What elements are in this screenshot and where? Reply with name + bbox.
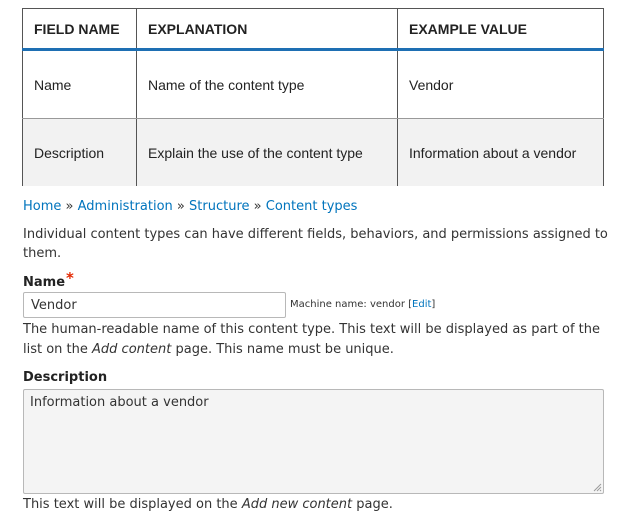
page-description: Individual content types can have differ… <box>23 227 608 261</box>
breadcrumb-link-content-types[interactable]: Content types <box>266 199 358 214</box>
name-input[interactable] <box>23 292 286 318</box>
help-text: page. This name must be unique. <box>171 342 394 357</box>
name-field-label: Name* <box>23 269 74 290</box>
machine-name-text: Machine name: vendor <box>290 299 405 310</box>
help-text-emphasis: Add content <box>92 342 172 357</box>
description-field-help: This text will be displayed on the Add n… <box>23 497 393 512</box>
help-text-emphasis: Add new content <box>241 497 353 512</box>
breadcrumb-separator: » <box>176 199 185 214</box>
table-row: Description Explain the use of the conte… <box>22 118 604 186</box>
table-header-row: FIELD NAME EXPLANATION EXAMPLE VALUE <box>22 8 604 51</box>
breadcrumb-link-administration[interactable]: Administration <box>78 199 173 214</box>
machine-name: Machine name: vendor [Edit] <box>290 299 436 310</box>
name-label-text: Name <box>23 275 66 290</box>
breadcrumb: Home » Administration » Structure » Cont… <box>23 199 357 214</box>
breadcrumb-separator: » <box>253 199 262 214</box>
breadcrumb-separator: » <box>65 199 74 214</box>
column-header-field-name: FIELD NAME <box>22 8 137 51</box>
help-text: This text will be displayed on the <box>23 497 242 512</box>
resize-grip-icon[interactable] <box>592 482 602 492</box>
breadcrumb-link-structure[interactable]: Structure <box>189 199 249 214</box>
table-cell: Name <box>22 49 137 119</box>
table-cell: Description <box>22 118 137 186</box>
machine-name-edit-link[interactable]: Edit <box>412 299 431 310</box>
column-header-explanation: EXPLANATION <box>136 8 398 51</box>
table-row: Name Name of the content type Vendor <box>22 49 604 119</box>
help-text: page. <box>352 497 393 512</box>
description-textarea[interactable]: Information about a vendor <box>23 389 604 494</box>
table-cell: Explain the use of the content type <box>136 118 398 186</box>
field-reference-table: FIELD NAME EXPLANATION EXAMPLE VALUE Nam… <box>22 8 604 186</box>
table-cell: Name of the content type <box>136 49 398 119</box>
breadcrumb-link-home[interactable]: Home <box>23 199 61 214</box>
required-marker: * <box>66 269 74 287</box>
table-cell: Information about a vendor <box>397 118 604 186</box>
description-field-label: Description <box>23 370 108 385</box>
column-header-example-value: EXAMPLE VALUE <box>397 8 604 51</box>
table-cell: Vendor <box>397 49 604 119</box>
name-field-description: The human-readable name of this content … <box>23 320 613 360</box>
